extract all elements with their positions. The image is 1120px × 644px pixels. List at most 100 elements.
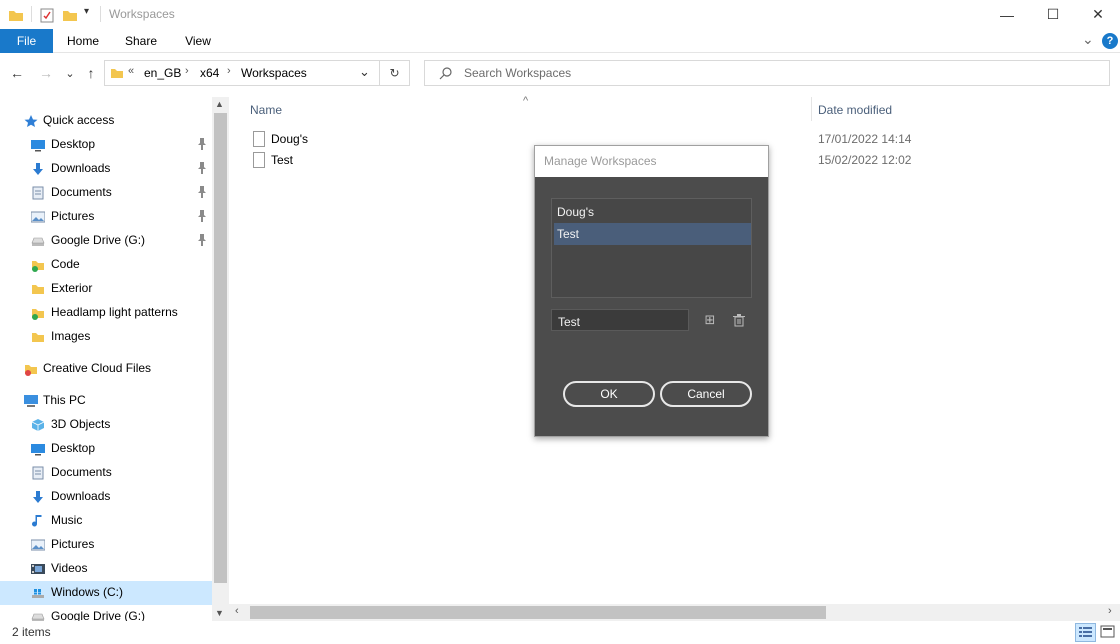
address-bar[interactable]: « en_GB › x64 › Workspaces ⌄: [104, 60, 380, 86]
breadcrumb-separator[interactable]: ›: [185, 65, 189, 77]
tab-home[interactable]: Home: [56, 29, 110, 53]
sidebar-item-pictures[interactable]: Pictures: [0, 533, 212, 557]
sidebar-item-creative-cloud-files[interactable]: Creative Cloud Files: [0, 357, 212, 381]
manage-workspaces-dialog: Manage Workspaces Doug's Test ⊞ OK Cance…: [534, 145, 769, 437]
minimize-icon: —: [1000, 6, 1014, 23]
sidebar-item-label: Desktop: [51, 137, 96, 151]
computer-icon: [24, 394, 38, 408]
sidebar-item-videos[interactable]: Videos: [0, 557, 212, 581]
search-input[interactable]: Search Workspaces: [424, 60, 1110, 86]
sidebar-item-downloads[interactable]: Downloads: [0, 485, 212, 509]
nav-pane-scrollbar[interactable]: ▲ ▼: [212, 97, 229, 621]
column-header-name[interactable]: Name: [250, 103, 282, 117]
horizontal-scrollbar[interactable]: ‹ ›: [229, 604, 1120, 621]
ok-button[interactable]: OK: [563, 381, 655, 407]
forward-arrow-icon: →: [39, 65, 53, 81]
sidebar-item-pictures[interactable]: Pictures: [0, 205, 212, 229]
add-workspace-icon[interactable]: ⊞: [702, 312, 718, 328]
large-icons-view-button[interactable]: [1098, 623, 1119, 642]
refresh-button[interactable]: ↻: [380, 60, 410, 86]
customize-quick-access-icon[interactable]: ▾: [84, 6, 89, 17]
sidebar-item-3d-objects[interactable]: 3D Objects: [0, 413, 212, 437]
sidebar-item-label: Quick access: [43, 113, 115, 127]
sidebar-item-music[interactable]: Music: [0, 509, 212, 533]
new-folder-icon[interactable]: [62, 7, 78, 23]
navigation-pane[interactable]: Quick access Desktop Downloads Documents Pic…: [0, 97, 212, 621]
synced-folder-icon: [31, 258, 45, 272]
column-header-date-modified[interactable]: Date modified: [818, 103, 892, 117]
file-name: Test: [271, 153, 294, 167]
scroll-down-icon[interactable]: ▼: [215, 608, 224, 618]
back-arrow-icon: ←: [10, 65, 24, 81]
workspace-name-field[interactable]: [551, 309, 689, 331]
breadcrumb-en_GB[interactable]: en_GB: [144, 66, 181, 80]
sidebar-item-google-drive-g[interactable]: Google Drive (G:): [0, 605, 212, 621]
overflow-icon[interactable]: «: [128, 65, 134, 77]
details-view-button[interactable]: [1075, 623, 1096, 642]
sidebar-item-windows-c[interactable]: Windows (C:): [0, 581, 212, 605]
address-dropdown-icon[interactable]: ⌄: [359, 64, 370, 80]
sidebar-item-desktop[interactable]: Desktop: [0, 437, 212, 461]
cancel-button[interactable]: Cancel: [660, 381, 752, 407]
navigation-bar: ← → ⌄ ↑ « en_GB › x64 › Workspaces ⌄ ↻ S…: [0, 53, 1120, 97]
sidebar-item-desktop[interactable]: Desktop: [0, 133, 212, 157]
dialog-title: Manage Workspaces: [535, 146, 768, 177]
item-count: 2 items: [12, 625, 51, 639]
pin-icon: [197, 210, 207, 225]
music-icon: [31, 514, 45, 528]
sidebar-item-label: Music: [51, 513, 83, 527]
breadcrumb-separator[interactable]: ›: [227, 65, 231, 77]
sidebar-item-exterior[interactable]: Exterior: [0, 277, 212, 301]
recent-locations-button[interactable]: ⌄: [60, 63, 80, 83]
title-bar: ▾ Workspaces — ☐ ✕: [0, 0, 1120, 29]
tab-file[interactable]: File: [0, 29, 53, 53]
creative-cloud-folder-icon: [24, 362, 38, 376]
scroll-up-icon[interactable]: ▲: [215, 99, 224, 109]
sidebar-item-images[interactable]: Images: [0, 325, 212, 349]
sidebar-item-label: Creative Cloud Files: [43, 361, 152, 375]
sidebar-item-documents[interactable]: Documents: [0, 181, 212, 205]
minimize-button[interactable]: —: [984, 0, 1030, 29]
forward-button[interactable]: →: [36, 63, 56, 83]
workspace-list[interactable]: Doug's Test: [551, 198, 752, 298]
tab-share[interactable]: Share: [114, 29, 168, 53]
list-item[interactable]: Test: [554, 223, 751, 245]
sidebar-item-label: Code: [51, 257, 80, 271]
window-title: Workspaces: [109, 7, 175, 21]
pin-icon: [197, 186, 207, 201]
sidebar-item-label: Windows (C:): [51, 585, 124, 599]
scroll-left-icon[interactable]: ‹: [235, 605, 239, 617]
scroll-right-icon[interactable]: ›: [1108, 605, 1112, 617]
scroll-thumb[interactable]: [250, 606, 826, 619]
breadcrumb-x64[interactable]: x64: [200, 66, 219, 80]
breadcrumb-workspaces[interactable]: Workspaces: [241, 66, 307, 80]
maximize-button[interactable]: ☐: [1030, 0, 1076, 29]
sidebar-item-code[interactable]: Code: [0, 253, 212, 277]
details-view-icon: [1079, 627, 1092, 637]
search-placeholder: Search Workspaces: [464, 66, 572, 80]
sidebar-item-this-pc[interactable]: This PC: [0, 389, 212, 413]
desktop-icon: [31, 442, 45, 456]
status-bar: 2 items: [0, 621, 1120, 644]
sidebar-item-quick-access[interactable]: Quick access: [0, 109, 212, 133]
help-icon[interactable]: ?: [1102, 33, 1118, 49]
tab-view[interactable]: View: [172, 29, 224, 53]
sidebar-item-google-drive-g[interactable]: Google Drive (G:): [0, 229, 212, 253]
list-item[interactable]: Doug's: [554, 201, 751, 223]
sidebar-item-downloads[interactable]: Downloads: [0, 157, 212, 181]
expand-ribbon-icon[interactable]: ⌄: [1082, 31, 1094, 48]
sidebar-item-label: Images: [51, 329, 91, 343]
column-divider[interactable]: [811, 97, 812, 121]
back-button[interactable]: ←: [7, 63, 27, 83]
properties-icon[interactable]: [39, 7, 55, 23]
up-button[interactable]: ↑: [81, 63, 101, 83]
delete-workspace-icon[interactable]: [731, 312, 747, 328]
pin-icon: [197, 138, 207, 153]
file-date: 15/02/2022 12:02: [818, 153, 912, 167]
scroll-thumb[interactable]: [214, 113, 227, 583]
sidebar-item-headlamp-light-patterns[interactable]: Headlamp light patterns: [0, 301, 212, 325]
close-button[interactable]: ✕: [1076, 0, 1120, 29]
close-icon: ✕: [1092, 6, 1104, 22]
pictures-icon: [30, 538, 46, 552]
sidebar-item-documents[interactable]: Documents: [0, 461, 212, 485]
